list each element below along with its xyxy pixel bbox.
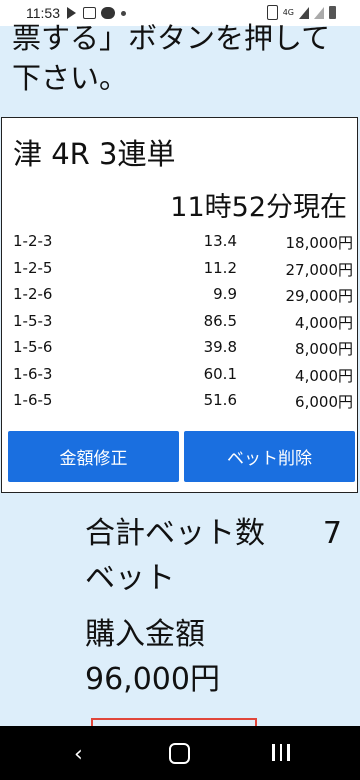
bet-combination: 1-6-5 <box>13 391 53 409</box>
purchase-amount-label: 購入金額 <box>85 617 205 652</box>
signal-icon <box>299 6 309 19</box>
purchase-amount: 購入金額 96,000円 <box>85 612 220 702</box>
bet-amount: 18,000円 <box>285 234 354 252</box>
bet-odds: 39.8 <box>203 338 237 356</box>
network-type-icon: 4G <box>282 7 294 17</box>
notification-dot-icon <box>121 11 126 16</box>
bet-row: 1-2-5 11.2 27,000円 <box>2 256 357 283</box>
instruction-line-2: 下さい。 <box>12 61 129 95</box>
back-icon[interactable]: ‹ <box>74 742 83 767</box>
purchase-amount-value: 96,000円 <box>85 662 220 697</box>
total-bet-count: 合計ベット数 7 ベット <box>85 511 345 601</box>
bet-amount: 29,000円 <box>285 287 354 305</box>
race-title: 津 4R 3連単 <box>13 137 176 171</box>
bet-combination: 1-2-3 <box>13 232 53 250</box>
bet-summary-card: 津 4R 3連単 11時52分現在 1-2-3 13.4 18,000円 1-2… <box>1 117 358 493</box>
bet-odds: 86.5 <box>203 311 237 330</box>
bet-odds: 51.6 <box>203 391 237 409</box>
home-icon[interactable] <box>169 743 190 764</box>
bet-row: 1-5-3 86.5 4,000円 <box>2 309 357 336</box>
bet-amount: 8,000円 <box>295 340 353 358</box>
bet-combination: 1-2-6 <box>13 285 53 303</box>
bet-combination: 1-2-5 <box>13 258 53 277</box>
bet-combination: 1-6-3 <box>13 364 53 383</box>
total-bet-count-value: 7 <box>322 516 342 551</box>
total-bet-count-label: 合計ベット数 <box>85 516 265 551</box>
bet-odds: 9.9 <box>213 285 237 303</box>
bet-amount: 27,000円 <box>285 260 354 279</box>
odds-timestamp: 11時52分現在 <box>170 192 347 223</box>
instruction-line-1: 票する」ボタンを押して <box>12 21 331 55</box>
bet-combination: 1-5-6 <box>13 338 53 356</box>
bet-amount: 6,000円 <box>295 393 353 411</box>
total-bet-unit: ベット <box>85 561 175 596</box>
bet-row: 1-2-3 13.4 18,000円 <box>2 229 357 256</box>
bet-row: 1-5-6 39.8 8,000円 <box>2 335 357 362</box>
delete-bet-button[interactable]: ベット削除 <box>184 431 355 482</box>
bet-row: 1-2-6 9.9 29,000円 <box>2 282 357 309</box>
bet-combination: 1-5-3 <box>13 311 53 330</box>
bet-list: 1-2-3 13.4 18,000円 1-2-5 11.2 27,000円 1-… <box>2 229 357 415</box>
bet-amount: 4,000円 <box>295 366 353 385</box>
instruction-text: 票する」ボタンを押して 下さい。 <box>12 18 352 98</box>
recent-apps-icon[interactable] <box>272 744 290 761</box>
bet-amount: 4,000円 <box>295 313 353 332</box>
bet-row: 1-6-5 51.6 6,000円 <box>2 388 357 415</box>
navigation-bar: ‹ <box>0 726 360 780</box>
bet-odds: 11.2 <box>203 258 237 277</box>
edit-amount-button[interactable]: 金額修正 <box>8 431 179 482</box>
bet-odds: 13.4 <box>203 232 237 250</box>
bet-odds: 60.1 <box>203 364 237 383</box>
bet-row: 1-6-3 60.1 4,000円 <box>2 362 357 389</box>
wifi-icon <box>314 6 324 19</box>
